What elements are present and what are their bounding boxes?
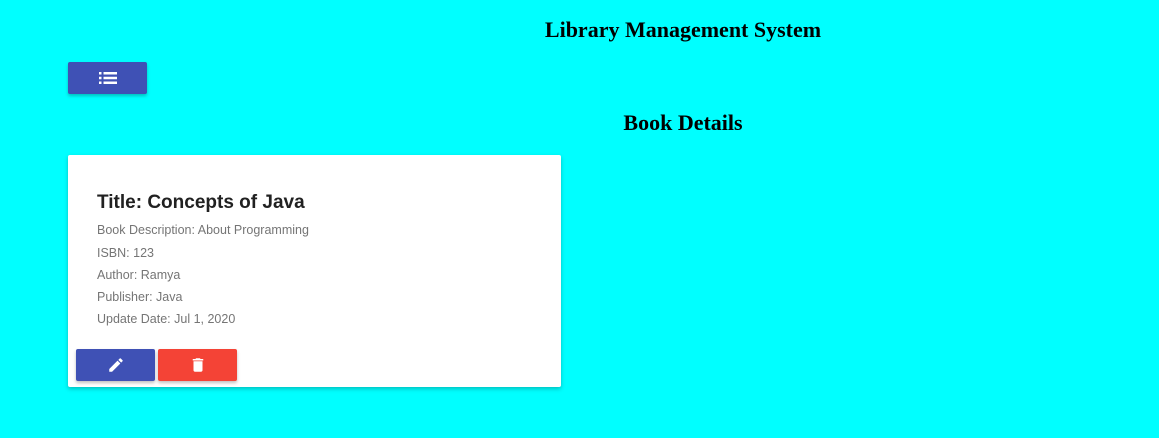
book-isbn: ISBN: 123 bbox=[97, 246, 154, 260]
list-view-button[interactable] bbox=[68, 62, 147, 94]
pencil-icon bbox=[107, 356, 125, 374]
book-description: Book Description: About Programming bbox=[97, 223, 309, 237]
book-publisher: Publisher: Java bbox=[97, 290, 183, 304]
delete-button[interactable] bbox=[158, 349, 237, 381]
section-title: Book Details bbox=[623, 110, 743, 135]
list-icon bbox=[98, 71, 117, 85]
book-author: Author: Ramya bbox=[97, 268, 181, 282]
edit-button[interactable] bbox=[76, 349, 155, 381]
app-title: Library Management System bbox=[544, 17, 822, 42]
book-card: Title: Concepts of Java Book Description… bbox=[68, 155, 561, 387]
book-update-date: Update Date: Jul 1, 2020 bbox=[97, 312, 236, 326]
trash-icon bbox=[189, 356, 207, 374]
book-title: Title: Concepts of Java bbox=[97, 192, 305, 213]
